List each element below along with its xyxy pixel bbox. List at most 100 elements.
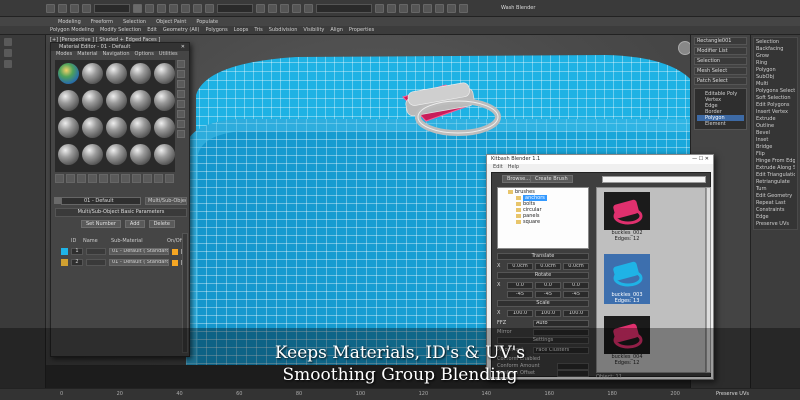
window-crossing-icon[interactable]: [169, 3, 178, 13]
name-field[interactable]: [86, 259, 106, 266]
rollout-item[interactable]: Edit Polygons: [756, 102, 795, 109]
ribbon-item[interactable]: Geometry (All): [163, 27, 200, 33]
put-to-scene-icon[interactable]: [66, 174, 75, 183]
backlight-icon[interactable]: [177, 70, 185, 78]
name-field[interactable]: [86, 248, 106, 255]
submaterial-button[interactable]: 01 - Default ( Standard ): [109, 259, 169, 266]
rollout-item[interactable]: Polygon: [756, 67, 795, 74]
snap-icon[interactable]: [268, 3, 277, 13]
preserve-uvs-label[interactable]: Preserve UVs: [716, 391, 749, 397]
go-to-parent-icon[interactable]: [165, 174, 174, 183]
sample-slot[interactable]: [152, 61, 176, 88]
eyedropper-icon[interactable]: [54, 197, 61, 204]
material-type-button[interactable]: Multi/Sub-Object: [145, 197, 187, 205]
ribbon-item[interactable]: Subdivision: [269, 27, 298, 33]
sample-slot[interactable]: [56, 61, 80, 88]
sample-slot[interactable]: [152, 115, 176, 142]
get-material-icon[interactable]: [55, 174, 64, 183]
rollout-item[interactable]: Outline: [756, 123, 795, 130]
rollout-item[interactable]: Inset: [756, 137, 795, 144]
redo-icon[interactable]: [58, 3, 67, 13]
color-swatch[interactable]: [172, 259, 178, 266]
rollout-item[interactable]: Multi: [756, 81, 795, 88]
tab-selection[interactable]: Selection: [694, 57, 747, 65]
copy-material-icon[interactable]: [99, 174, 108, 183]
tool-icon[interactable]: [4, 60, 12, 68]
menu-item[interactable]: Material: [77, 51, 97, 58]
create-brush-button[interactable]: Create Brush: [530, 175, 573, 183]
sample-slot[interactable]: [104, 88, 128, 115]
schematic-icon[interactable]: [423, 3, 432, 13]
ribbon-tab[interactable]: Modeling: [58, 19, 81, 25]
ribbon-item[interactable]: Properties: [349, 27, 374, 33]
rollout-item[interactable]: SubObj: [756, 74, 795, 81]
delete-button[interactable]: Delete: [148, 220, 176, 228]
sample-slot[interactable]: [56, 88, 80, 115]
rotate-step-y[interactable]: -45: [535, 290, 561, 298]
move-icon[interactable]: [181, 3, 190, 13]
window-controls[interactable]: — ☐ ✕: [692, 155, 709, 164]
rollout-item[interactable]: Grow: [756, 53, 795, 60]
ribbon-item[interactable]: Modify Selection: [100, 27, 141, 33]
tree-item[interactable]: square: [500, 219, 586, 225]
sample-slot[interactable]: [152, 142, 176, 169]
rollout-item[interactable]: Backfacing: [756, 46, 795, 53]
sample-slot[interactable]: [80, 88, 104, 115]
rollout-item[interactable]: Soft Selection: [756, 95, 795, 102]
scale-x-field[interactable]: 100.0: [507, 309, 533, 317]
undo-icon[interactable]: [46, 3, 55, 13]
render-setup-icon[interactable]: [447, 3, 456, 13]
link-icon[interactable]: [70, 3, 79, 13]
search-input[interactable]: [602, 176, 706, 183]
rollout-item[interactable]: Constraints: [756, 207, 795, 214]
menu-item[interactable]: Modes: [56, 51, 72, 58]
video-check-icon[interactable]: [177, 100, 185, 108]
rotate-z-field[interactable]: 0.0: [563, 281, 589, 289]
set-number-button[interactable]: Set Number: [81, 220, 121, 228]
rollout-item[interactable]: Bridge: [756, 144, 795, 151]
spinner-snap-icon[interactable]: [304, 3, 313, 13]
rect-selection-icon[interactable]: [157, 3, 166, 13]
pivot-icon[interactable]: [256, 3, 265, 13]
show-map-icon[interactable]: [143, 174, 152, 183]
rollout-item[interactable]: Extrude Along Spline: [756, 165, 795, 172]
ribbon-item[interactable]: Polygon Modeling: [50, 27, 94, 33]
ribbon-item[interactable]: Edit: [147, 27, 157, 33]
id-field[interactable]: 2: [71, 259, 83, 266]
ribbon-tab[interactable]: Selection: [123, 19, 146, 25]
material-name-field[interactable]: 01 - Default: [54, 197, 141, 205]
sample-slot[interactable]: [152, 88, 176, 115]
selection-filter-dropdown[interactable]: [94, 3, 130, 13]
rotate-x-field[interactable]: 0.0: [507, 281, 533, 289]
sample-slot[interactable]: [80, 142, 104, 169]
menu-item[interactable]: Edit: [493, 164, 503, 171]
curve-editor-icon[interactable]: [411, 3, 420, 13]
sample-type-icon[interactable]: [177, 60, 185, 68]
make-unique-icon[interactable]: [110, 174, 119, 183]
scale-icon[interactable]: [205, 3, 214, 13]
rotate-step-x[interactable]: -45: [507, 290, 533, 298]
menu-item[interactable]: Navigation: [103, 51, 130, 58]
sample-slot[interactable]: [80, 61, 104, 88]
assign-material-icon[interactable]: [77, 174, 86, 183]
tool-icon[interactable]: [4, 38, 12, 46]
brush-thumbnail[interactable]: buckles_003 Edges: 13: [604, 254, 650, 304]
submaterial-button[interactable]: 01 - Default ( Standard ): [109, 248, 169, 255]
rollout-item[interactable]: Extrude: [756, 116, 795, 123]
fit-dropdown[interactable]: Auto: [533, 319, 589, 327]
modifier-list-dropdown[interactable]: Modifier List: [694, 47, 747, 55]
stack-item[interactable]: Element: [697, 121, 744, 127]
ribbon-tab[interactable]: Freeform: [91, 19, 113, 25]
ribbon-item[interactable]: Tris: [254, 27, 262, 33]
show-end-result-icon[interactable]: [154, 174, 163, 183]
put-to-library-icon[interactable]: [121, 174, 130, 183]
rollout-item[interactable]: Edge: [756, 214, 795, 221]
rollout-item[interactable]: Turn: [756, 186, 795, 193]
close-icon[interactable]: ✕: [181, 43, 185, 51]
rollout-item[interactable]: Retriangulate: [756, 179, 795, 186]
sample-slot[interactable]: [128, 115, 152, 142]
material-id-icon[interactable]: [132, 174, 141, 183]
align-icon[interactable]: [387, 3, 396, 13]
rollout-item[interactable]: Preserve UVs: [756, 221, 795, 228]
material-editor-icon[interactable]: [435, 3, 444, 13]
